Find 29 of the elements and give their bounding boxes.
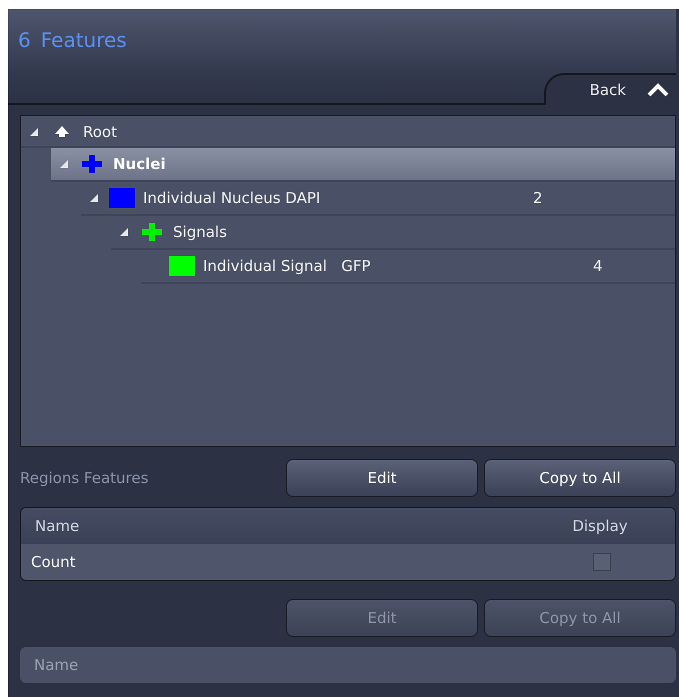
tree-label: Individual Signal GFP [203, 257, 372, 275]
tree-row[interactable]: Individual Nucleus DAPI 2 [81, 182, 675, 216]
expanded-arrow-icon[interactable] [119, 227, 129, 237]
column-header: Display [571, 517, 629, 535]
expanded-arrow-icon[interactable] [89, 193, 99, 203]
chevron-up-icon[interactable] [646, 83, 670, 97]
tree-row[interactable]: Individual Signal GFP 4 [141, 250, 675, 284]
count-value: 2 [533, 189, 543, 207]
panel-title: Features [40, 28, 127, 52]
copy-to-all-button[interactable]: Copy to All [484, 459, 676, 497]
back-link[interactable]: Back [590, 81, 626, 99]
column-header: Name [34, 656, 78, 674]
feature-name: Count [31, 553, 76, 571]
tree-label: Nuclei [113, 155, 167, 173]
tree-row[interactable]: Signals [111, 216, 675, 250]
table-row[interactable]: Count [21, 544, 675, 580]
expanded-arrow-icon[interactable] [29, 127, 39, 137]
edit-button[interactable]: Edit [286, 459, 478, 497]
tree-label: Root [83, 123, 118, 141]
column-header: Name [35, 517, 80, 535]
step-number: 6 [18, 28, 31, 52]
tree-label: Signals [173, 223, 228, 241]
section-label: Regions Features [20, 469, 150, 487]
back-tab[interactable]: Back [544, 73, 676, 105]
tree-row[interactable]: Nuclei [51, 148, 675, 182]
count-value: 4 [593, 257, 603, 275]
expanded-arrow-icon[interactable] [59, 159, 69, 169]
tree-label: Individual Nucleus DAPI [143, 189, 322, 207]
display-checkbox[interactable] [593, 553, 611, 571]
